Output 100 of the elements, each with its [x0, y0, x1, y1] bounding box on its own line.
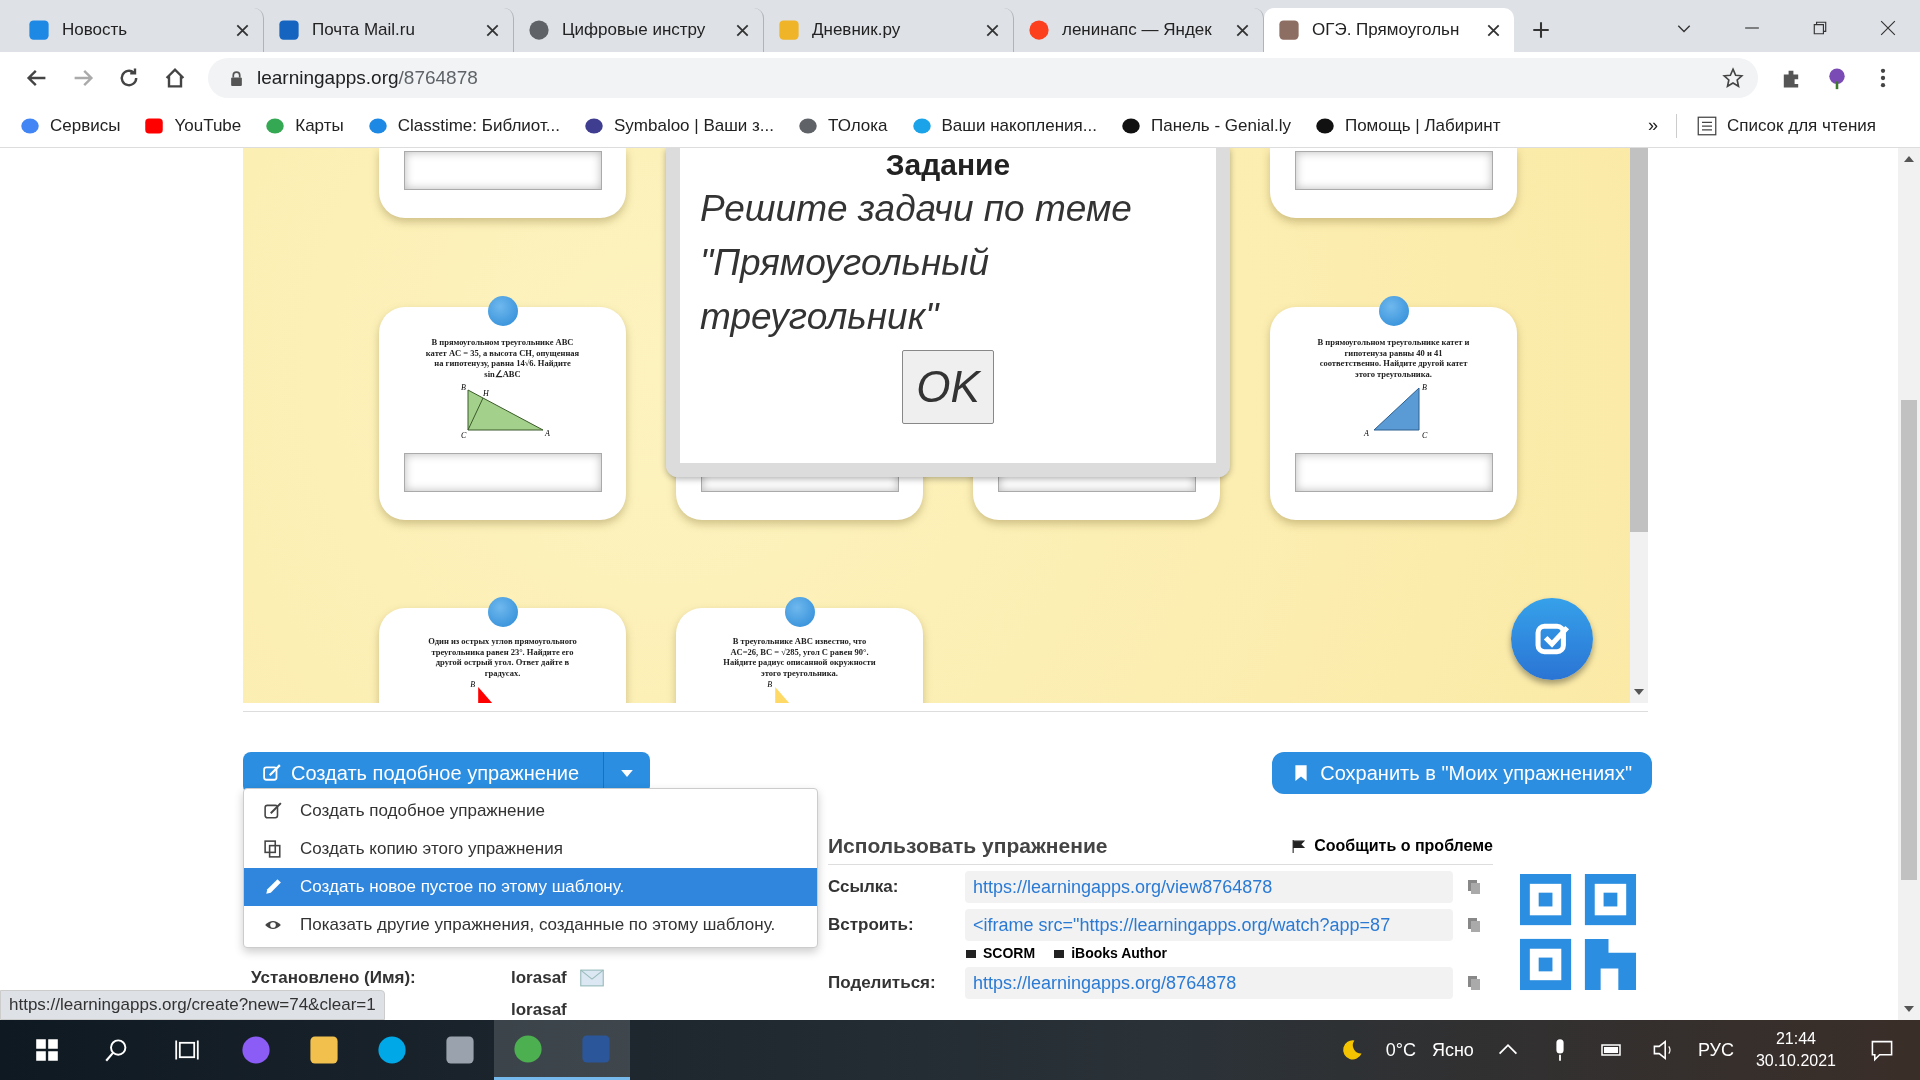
answer-field[interactable]	[1294, 453, 1493, 492]
bookmark[interactable]: Classtime: Библиот...	[367, 115, 560, 136]
star-icon[interactable]	[1722, 67, 1744, 89]
answer-field[interactable]	[403, 151, 602, 190]
author-name: lorasaf	[511, 968, 567, 988]
clock[interactable]: 21:44 30.10.2021	[1755, 1027, 1836, 1073]
edit-icon	[264, 802, 282, 820]
task-text: В прямоугольном треугольнике катет и гипотенуза равны 40 и 41 соответственно. Найдите другой катет этого треугольника.	[1316, 337, 1471, 380]
triangle-drawing: B H C A	[442, 379, 563, 440]
browser-tab[interactable]: Цифровые инстру	[514, 8, 764, 52]
menu-item[interactable]: Создать копию этого упражнения	[244, 830, 817, 868]
pin-icon	[487, 296, 518, 326]
scrollbar[interactable]	[1630, 148, 1648, 703]
tab-title: Дневник.ру	[812, 20, 902, 40]
task-view-icon[interactable]	[175, 1038, 199, 1062]
menu-item[interactable]: Создать подобное упражнение	[244, 792, 817, 830]
site-icon	[778, 19, 800, 41]
pin-icon	[487, 597, 518, 627]
ok-button[interactable]: OK	[902, 350, 994, 424]
browser-tab[interactable]: ОГЭ. Прямоугольн	[1264, 8, 1514, 52]
close-icon[interactable]	[236, 23, 249, 37]
caret-icon[interactable]	[621, 769, 634, 777]
copy-icon	[264, 840, 282, 858]
link-field[interactable]: <iframe src="https://learningapps.org/watch?app=87	[965, 909, 1453, 941]
reading-list-button[interactable]: Список для чтения	[1696, 115, 1876, 136]
close-icon[interactable]	[486, 23, 499, 37]
field-label: Поделиться:	[828, 973, 937, 993]
address-bar[interactable]: learningapps.org/8764878	[208, 58, 1758, 98]
browser-tab[interactable]: Новость	[14, 8, 264, 52]
site-icon	[278, 19, 300, 41]
menu-item[interactable]: Показать другие упражнения, созданные по этому шаблону.	[244, 906, 817, 944]
more-bookmarks-button[interactable]: »	[1647, 115, 1658, 136]
bookmark[interactable]: Ваши накопления...	[911, 115, 1097, 136]
scroll-down-icon[interactable]	[1904, 1006, 1914, 1012]
site-icon	[1278, 19, 1300, 41]
tab-title: ОГЭ. Прямоугольн	[1312, 20, 1461, 40]
bookmark[interactable]: Панель - Genial.ly	[1120, 115, 1291, 136]
export-link[interactable]: SCORM	[965, 945, 1036, 961]
language-indicator[interactable]: РУС	[1697, 1039, 1734, 1061]
triangle-drawing: B A C	[1333, 379, 1454, 440]
scroll-up-icon[interactable]	[1904, 156, 1914, 162]
section-title: Использовать упражнение	[828, 834, 1108, 858]
author-name: lorasaf	[511, 1000, 567, 1020]
flag-icon	[1291, 838, 1307, 854]
edit-icon	[263, 764, 281, 782]
field-label: Встроить:	[828, 915, 915, 935]
pencil-icon	[264, 878, 282, 896]
bookmark[interactable]: Сервисы	[20, 115, 121, 136]
bookmark[interactable]: Symbaloo | Ваши з...	[583, 115, 775, 136]
browser-tab[interactable]: Дневник.ру	[764, 8, 1014, 52]
tab-title: ленинапс — Яндек	[1062, 20, 1213, 40]
bookmark[interactable]: YouTube	[144, 115, 242, 136]
answer-field[interactable]	[1294, 151, 1493, 190]
tab-title: Цифровые инстру	[562, 20, 707, 40]
home-icon[interactable]	[163, 66, 187, 90]
author-label: Установлено (Имя):	[250, 968, 417, 988]
bookmark[interactable]: Помощь | Лабиринт	[1314, 115, 1501, 136]
site-icon	[28, 19, 50, 41]
export-link[interactable]: iBooks Author	[1053, 945, 1168, 961]
copy-icon[interactable]	[1467, 917, 1481, 933]
taskbar-app[interactable]	[494, 1020, 562, 1080]
bookmark[interactable]: ТОлока	[798, 115, 888, 136]
copy-icon[interactable]	[1467, 975, 1481, 991]
browser-tab[interactable]: Почта Mail.ru	[264, 8, 514, 52]
restore-icon[interactable]	[1812, 20, 1828, 36]
close-icon[interactable]	[1880, 20, 1896, 36]
check-button[interactable]	[1511, 598, 1593, 680]
link-field[interactable]: https://learningapps.org/8764878	[965, 967, 1453, 999]
answer-field[interactable]	[403, 453, 602, 492]
pin-icon	[784, 597, 815, 627]
tab-title: Новость	[62, 20, 129, 40]
bookmark[interactable]: Карты	[265, 115, 344, 136]
list-icon	[1696, 115, 1717, 136]
url-text: learningapps.org/8764878	[257, 67, 478, 89]
link-field[interactable]: https://learningapps.org/view8764878	[965, 871, 1453, 903]
site-icon	[528, 19, 550, 41]
tab-title: Почта Mail.ru	[312, 20, 416, 40]
report-link[interactable]: Сообщить о проблеме	[1291, 837, 1493, 855]
windows-start-icon[interactable]	[35, 1038, 59, 1062]
notification-icon[interactable]	[1870, 1038, 1894, 1062]
new-tab-icon[interactable]	[1532, 21, 1550, 39]
copy-icon[interactable]	[1467, 879, 1481, 895]
lock-icon	[230, 70, 243, 86]
menu-item[interactable]: Создать новое пустое по этому шаблону.	[244, 868, 817, 906]
task-text: Один из острых углов прямоугольного треугольника равен 23°. Найдите его другой острый угол. Ответ дайте в градусах.	[427, 636, 578, 679]
scroll-down-icon[interactable]	[1634, 689, 1644, 695]
search-icon[interactable]	[105, 1038, 129, 1062]
close-icon[interactable]	[1236, 23, 1249, 37]
weather-text: Ясно	[1431, 1039, 1474, 1061]
page-scrollbar[interactable]	[1898, 148, 1920, 1020]
close-icon[interactable]	[736, 23, 749, 37]
pin-icon	[1378, 296, 1409, 326]
close-icon[interactable]	[986, 23, 999, 37]
taskbar-app[interactable]	[562, 1020, 630, 1080]
field-label: Ссылка:	[828, 877, 900, 897]
browser-tab[interactable]: ленинапс — Яндек	[1014, 8, 1264, 52]
dialog-text: Решите задачи по теме "Прямоугольный треугольник"	[700, 187, 1133, 339]
temperature-text: 0°C	[1385, 1039, 1416, 1061]
close-icon[interactable]	[1487, 23, 1500, 37]
site-icon	[1028, 19, 1050, 41]
